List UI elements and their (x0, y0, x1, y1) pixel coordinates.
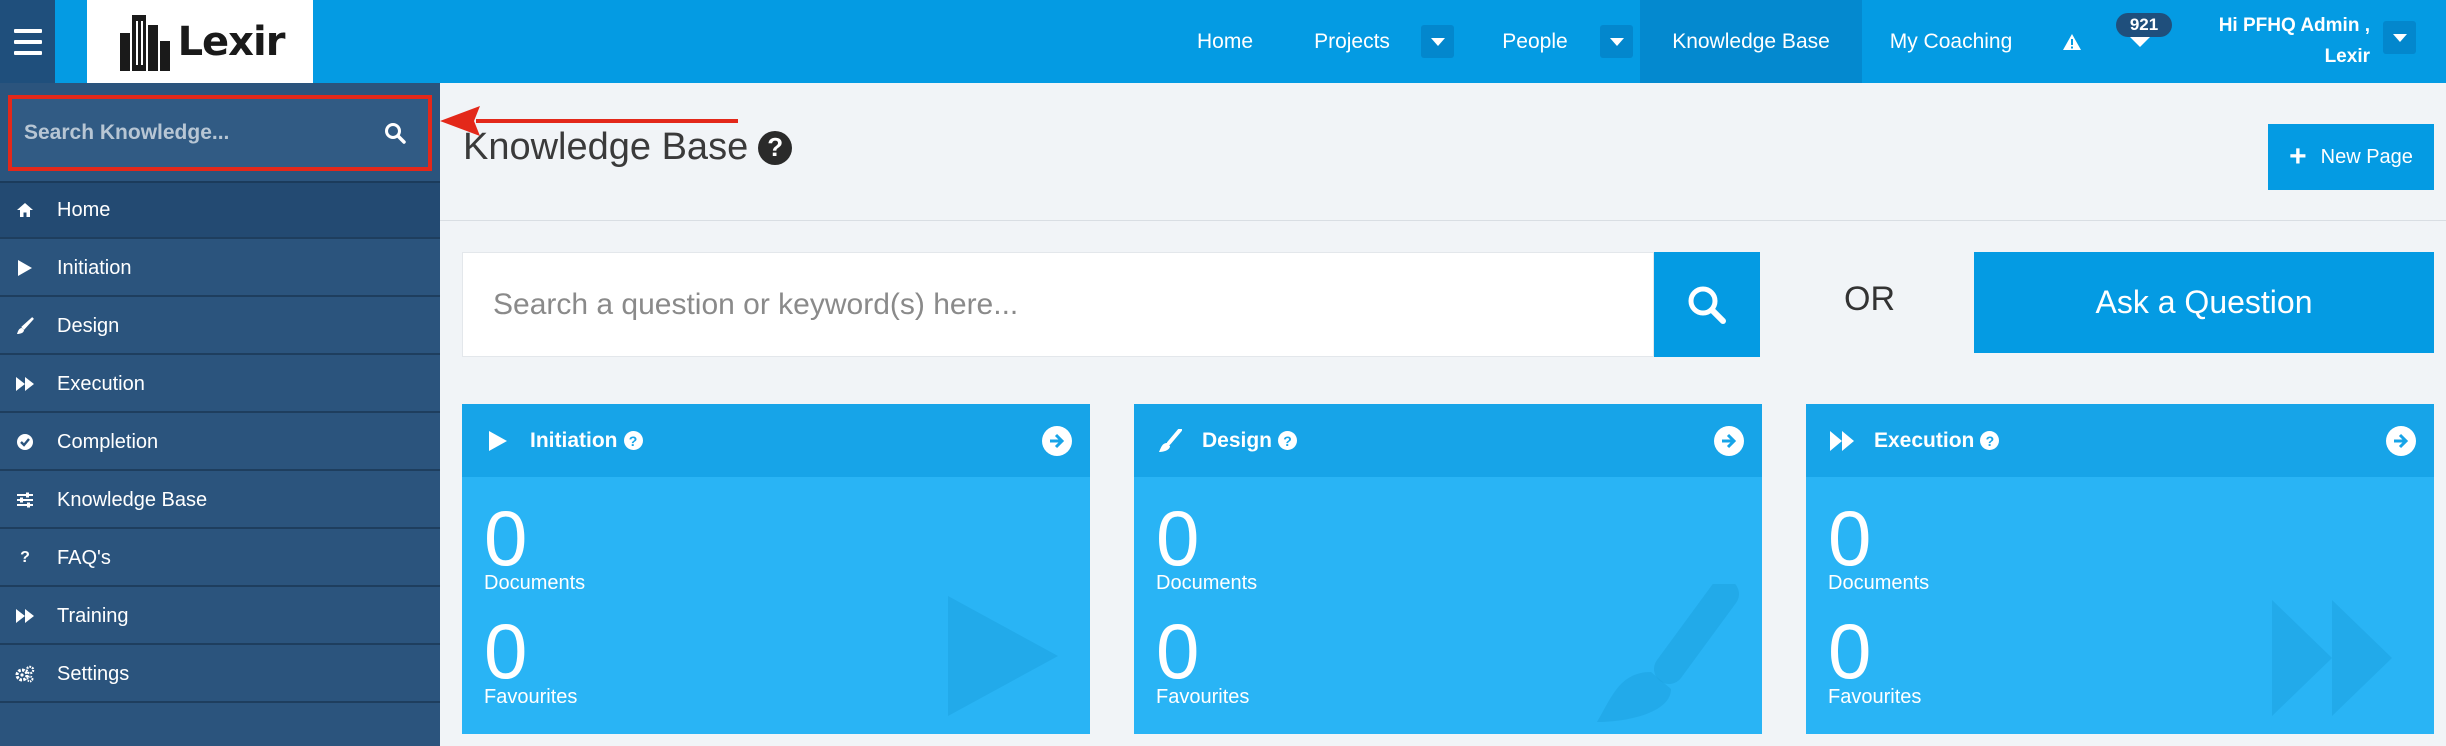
play-icon (14, 257, 36, 279)
help-icon[interactable]: ? (1980, 431, 2000, 450)
favourites-label: Favourites (484, 686, 578, 708)
or-label: OR (1844, 280, 1895, 318)
chevron-down-icon (1609, 37, 1624, 46)
sidebar-item-faqs[interactable]: ? FAQ's (0, 531, 440, 587)
favourites-count: 0 (1828, 607, 1872, 695)
sidebar-item-label: Design (57, 314, 120, 337)
app-logo[interactable]: Lexir (87, 0, 313, 83)
favourites-label: Favourites (1828, 686, 1922, 708)
ask-question-button[interactable]: Ask a Question (1974, 252, 2434, 353)
documents-count: 0 (1156, 494, 1200, 582)
phase-card-design: Design ? 0 Documents 0 Favourites (1134, 404, 1762, 734)
nav-people[interactable]: People (1480, 0, 1590, 83)
fast-forward-icon (1828, 430, 1856, 451)
documents-label: Documents (484, 572, 586, 594)
sidebar: Home Initiation Design Execution Complet… (0, 83, 440, 746)
sidebar-item-label: Initiation (57, 256, 132, 279)
check-circle-icon (14, 431, 36, 453)
warning-icon[interactable] (2060, 0, 2084, 83)
brush-watermark-icon (1597, 584, 1739, 722)
play-watermark-icon (948, 596, 1058, 716)
arrow-right-circle-icon[interactable] (1714, 426, 1744, 456)
sidebar-item-label: Completion (57, 430, 159, 453)
sidebar-item-settings[interactable]: Settings (0, 647, 440, 703)
header-divider (440, 220, 2446, 221)
knowledge-search-input[interactable] (463, 253, 1643, 356)
arrow-right-circle-icon[interactable] (2386, 426, 2416, 456)
sidebar-item-label: Home (57, 198, 111, 221)
notification-count-badge[interactable]: 921 (2116, 13, 2172, 37)
sidebar-item-label: Knowledge Base (57, 488, 208, 511)
sidebar-search-input[interactable] (12, 99, 352, 167)
card-title: Execution (1874, 428, 1975, 452)
plus-icon: + (2289, 140, 2307, 173)
card-header: Initiation ? (462, 404, 1090, 477)
logo-text: Lexir (177, 18, 286, 65)
building-logo-icon (119, 14, 170, 71)
sidebar-item-label: Execution (57, 372, 145, 395)
brush-icon (14, 315, 36, 337)
sidebar-item-knowledge-base[interactable]: Knowledge Base (0, 473, 440, 529)
arrow-right-circle-icon[interactable] (1042, 426, 1072, 456)
sidebar-item-completion[interactable]: Completion (0, 415, 440, 471)
card-title: Design (1202, 428, 1273, 452)
people-dropdown-button[interactable] (1600, 25, 1633, 58)
phase-card-execution: Execution ? 0 Documents 0 Favourites (1806, 404, 2434, 734)
sidebar-item-label: FAQ's (57, 546, 111, 569)
chevron-down-icon (2392, 33, 2407, 42)
favourites-label: Favourites (1156, 686, 1250, 708)
fast-forward-icon (14, 605, 36, 627)
documents-label: Documents (1828, 572, 1930, 594)
sliders-icon (14, 489, 36, 511)
sidebar-item-label: Settings (57, 662, 130, 685)
search-button[interactable] (1654, 252, 1760, 357)
fast-forward-icon (14, 373, 36, 395)
page-title: Knowledge Base ? (463, 126, 793, 169)
documents-count: 0 (484, 494, 528, 582)
search-icon[interactable] (384, 122, 406, 149)
search-icon (1688, 286, 1726, 324)
sidebar-item-design[interactable]: Design (0, 299, 440, 355)
fast-forward-watermark-icon (2272, 600, 2392, 716)
favourites-count: 0 (484, 607, 528, 695)
knowledge-search-box (462, 252, 1654, 357)
sidebar-item-home[interactable]: Home (0, 183, 440, 239)
nav-my-coaching[interactable]: My Coaching (1862, 0, 2040, 83)
new-page-button[interactable]: + New Page (2268, 124, 2434, 190)
documents-count: 0 (1828, 494, 1872, 582)
card-header: Design ? (1134, 404, 1762, 477)
gears-icon (14, 663, 36, 685)
nav-projects[interactable]: Projects (1290, 0, 1414, 83)
help-icon[interactable]: ? (623, 431, 643, 450)
card-title: Initiation (530, 428, 618, 452)
brush-icon (1156, 428, 1184, 453)
hamburger-menu-icon[interactable] (0, 0, 55, 83)
favourites-count: 0 (1156, 607, 1200, 695)
help-icon[interactable]: ? (1278, 431, 1298, 450)
chevron-down-icon (1430, 37, 1445, 46)
card-header: Execution ? (1806, 404, 2434, 477)
help-icon[interactable]: ? (758, 130, 793, 165)
documents-label: Documents (1156, 572, 1258, 594)
user-dropdown-button[interactable] (2383, 21, 2416, 54)
sidebar-item-execution[interactable]: Execution (0, 357, 440, 413)
projects-dropdown-button[interactable] (1421, 25, 1454, 58)
nav-knowledge-base[interactable]: Knowledge Base (1640, 0, 1862, 83)
question-icon: ? (20, 549, 30, 566)
sidebar-item-training[interactable]: Training (0, 589, 440, 645)
home-icon (14, 199, 36, 221)
nav-home[interactable]: Home (1170, 0, 1280, 83)
play-icon (484, 430, 512, 451)
user-greeting[interactable]: Hi PFHQ Admin , Lexir (2200, 10, 2370, 72)
phase-card-initiation: Initiation ? 0 Documents 0 Favourites (462, 404, 1090, 734)
sidebar-item-initiation[interactable]: Initiation (0, 241, 440, 297)
top-navbar: Lexir Home Projects People Knowledge Bas… (0, 0, 2446, 83)
sidebar-item-label: Training (57, 604, 129, 627)
sidebar-search-box (8, 95, 432, 171)
